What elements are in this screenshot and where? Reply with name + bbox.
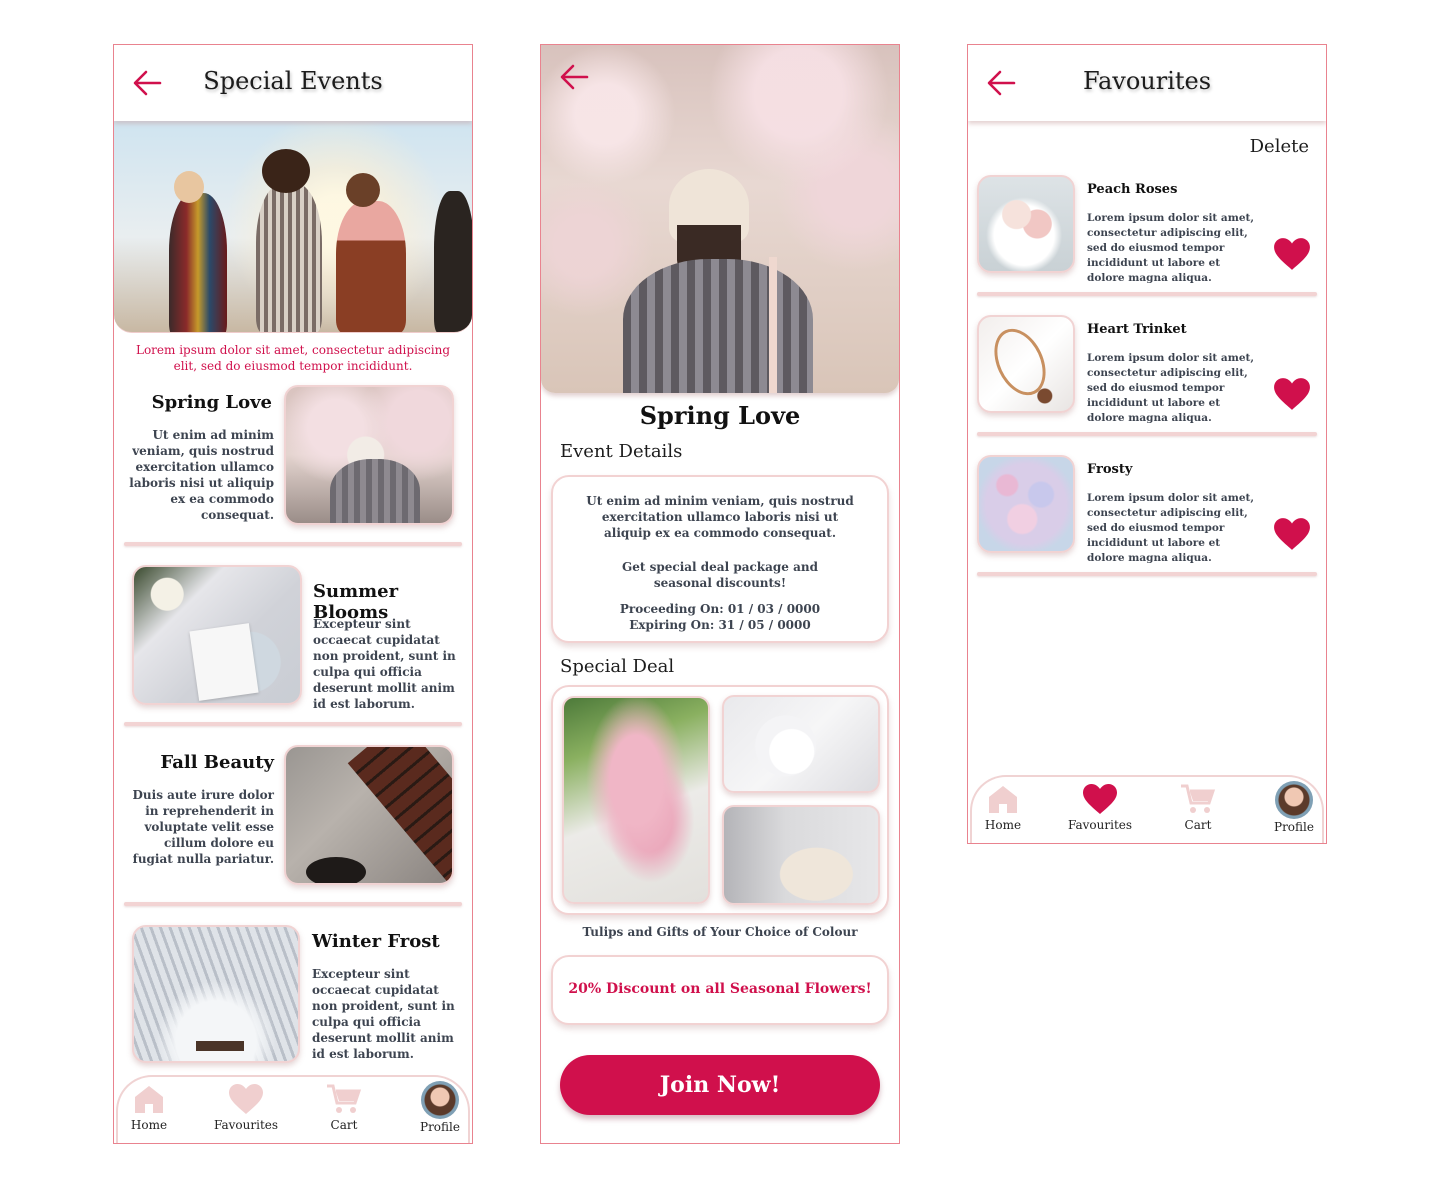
event-image-winter[interactable] [132, 925, 300, 1063]
event-details-heading: Event Details [560, 441, 683, 462]
deal-text: Get special deal package and seasonal di… [622, 560, 818, 590]
event-title[interactable]: Fall Beauty [160, 752, 274, 773]
hero-image [114, 121, 472, 333]
divider [977, 292, 1317, 296]
event-description: Ut enim ad minim veniam, quis nostrud ex… [129, 428, 274, 522]
nav-profile[interactable]: Profile [1254, 781, 1326, 834]
divider [124, 722, 462, 726]
event-image-fall[interactable] [284, 745, 454, 885]
favourite-description: Lorem ipsum dolor sit amet, consectetur … [1087, 492, 1255, 564]
favourite-title[interactable]: Frosty [1087, 462, 1132, 477]
nav-label: Favourites [1067, 818, 1133, 832]
favourites-screen: Favourites Delete Peach Roses Lorem ipsu… [967, 44, 1327, 844]
nav-home[interactable]: Home [968, 783, 1043, 832]
nav-favourites[interactable]: Favourites [1060, 783, 1140, 832]
nav-cart[interactable]: Cart [304, 1083, 384, 1132]
deal-image-tulips[interactable] [562, 696, 710, 904]
tagline: Lorem ipsum dolor sit amet, consectetur … [135, 343, 451, 373]
avatar [421, 1081, 459, 1119]
discount-text: 20% Discount on all Seasonal Flowers! [568, 981, 872, 997]
expiring-date: Expiring On: 31 / 05 / 0000 [629, 618, 811, 632]
proceeding-date: Proceeding On: 01 / 03 / 0000 [619, 602, 821, 616]
bottom-nav: Home Favourites Cart Profile [116, 1075, 470, 1143]
nav-label: Cart [330, 1118, 358, 1132]
home-icon [989, 786, 1017, 813]
favourite-title[interactable]: Peach Roses [1087, 182, 1177, 197]
nav-label: Profile [1274, 820, 1314, 834]
event-description: Excepteur sint occaecat cupidatat non pr… [312, 967, 455, 1061]
header: Special Events [114, 45, 472, 121]
event-title[interactable]: Winter Frost [312, 931, 440, 952]
nav-favourites[interactable]: Favourites [206, 1083, 286, 1132]
back-arrow-icon[interactable] [559, 63, 589, 91]
favourite-image-peach-roses[interactable] [977, 175, 1075, 273]
heart-icon [229, 1084, 263, 1114]
cart-icon [1181, 784, 1216, 813]
deal-image-vase[interactable] [722, 805, 880, 905]
special-deal-card [551, 685, 889, 915]
discount-card[interactable]: 20% Discount on all Seasonal Flowers! [551, 955, 889, 1025]
nav-label: Profile [420, 1120, 460, 1134]
favourite-description: Lorem ipsum dolor sit amet, consectetur … [1087, 212, 1255, 284]
event-title: Spring Love [639, 401, 801, 430]
heart-icon [1083, 784, 1117, 814]
event-detail-screen: Spring Love Event Details Ut enim ad min… [540, 44, 900, 1144]
heart-icon[interactable] [1273, 517, 1311, 551]
favourite-image-heart-trinket[interactable] [977, 315, 1075, 413]
page-title: Favourites [1082, 67, 1212, 95]
delete-button[interactable]: Delete [1250, 136, 1309, 157]
divider [124, 902, 462, 906]
special-deal-heading: Special Deal [560, 656, 675, 677]
nav-label: Favourites [213, 1118, 279, 1132]
bottom-nav: Home Favourites Cart Profile [970, 775, 1324, 843]
favourite-title[interactable]: Heart Trinket [1087, 322, 1187, 337]
nav-home[interactable]: Home [114, 1083, 189, 1132]
hero-image [541, 45, 899, 393]
event-description: Excepteur sint occaecat cupidatat non pr… [313, 617, 456, 711]
avatar [1275, 781, 1313, 819]
divider [977, 432, 1317, 436]
heart-icon[interactable] [1273, 377, 1311, 411]
favourite-image-frosty[interactable] [977, 455, 1075, 553]
nav-label: Home [984, 818, 1022, 832]
event-image-spring[interactable] [284, 385, 454, 525]
nav-label: Cart [1184, 818, 1212, 832]
nav-label: Home [130, 1118, 168, 1132]
event-details-card: Ut enim ad minim veniam, quis nostrud ex… [551, 475, 889, 643]
deal-caption: Tulips and Gifts of Your Choice of Colou… [582, 925, 858, 939]
favourite-description: Lorem ipsum dolor sit amet, consectetur … [1087, 352, 1255, 424]
join-now-button[interactable]: Join Now! [560, 1055, 880, 1115]
details-text: Ut enim ad minim veniam, quis nostrud ex… [586, 494, 854, 540]
divider [124, 542, 462, 546]
home-icon [135, 1086, 163, 1113]
header: Favourites [968, 45, 1326, 121]
nav-profile[interactable]: Profile [400, 1081, 472, 1134]
nav-cart[interactable]: Cart [1158, 783, 1238, 832]
deal-image-teddy[interactable] [722, 695, 880, 793]
heart-icon[interactable] [1273, 237, 1311, 271]
event-image-summer[interactable] [132, 565, 302, 705]
event-title[interactable]: Spring Love [152, 392, 272, 413]
cart-icon [327, 1084, 362, 1113]
divider [977, 572, 1317, 576]
event-description: Duis aute irure dolor in reprehenderit i… [132, 788, 275, 866]
special-events-screen: Special Events Lorem ipsum dolor sit ame… [113, 44, 473, 1144]
page-title: Special Events [203, 67, 383, 95]
